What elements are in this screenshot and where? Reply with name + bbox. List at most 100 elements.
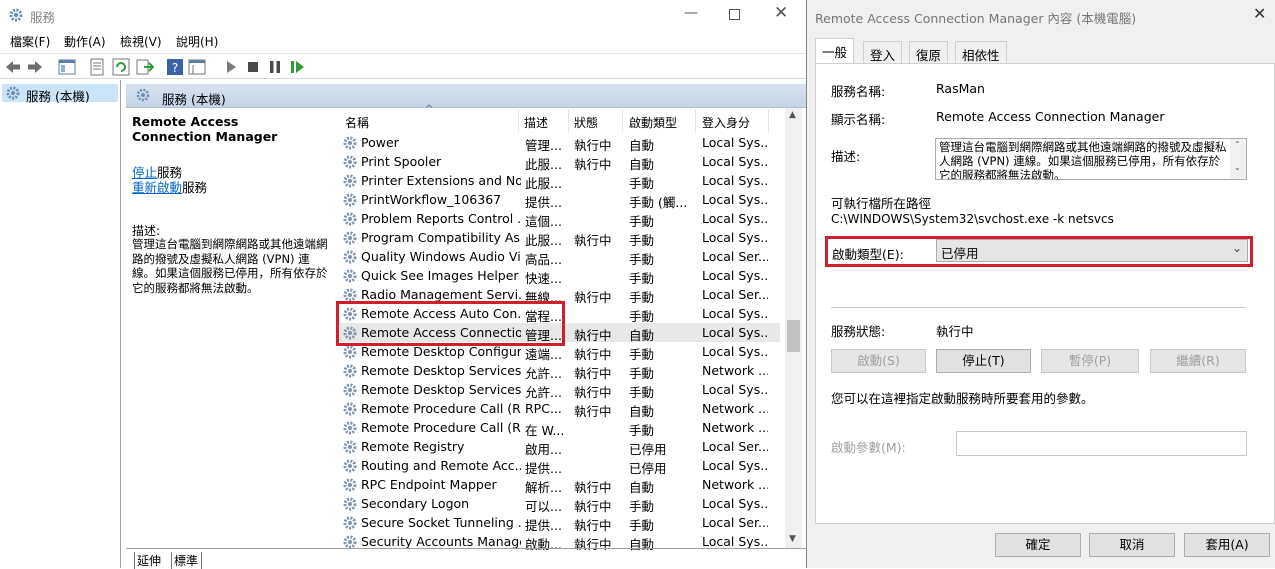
play-icon[interactable] <box>222 58 240 76</box>
description-box[interactable]: 管理這台電腦到網際網路或其他遠端網路的撥號及虛擬私人網路 (VPN) 連線。如果… <box>935 138 1247 180</box>
table-row[interactable]: Print Spooler 此服... 執行中 自動 Local Sys... <box>340 152 780 172</box>
apply-button[interactable]: 套用(A) <box>1184 533 1270 557</box>
service-logon-cell: Network ... <box>702 477 768 492</box>
table-row[interactable]: Remote Desktop Services 允許... 執行中 手動 Network… <box>340 361 780 381</box>
menu-file[interactable]: 檔案(F) <box>10 33 50 50</box>
table-row[interactable]: Printer Extensions and No... 此服... 手動 Local… <box>340 171 780 191</box>
service-name-cell: Remote Desktop Configur... <box>361 344 521 359</box>
menu-action[interactable]: 動作(A) <box>64 33 106 50</box>
console-tree-icon[interactable] <box>58 58 76 76</box>
scroll-up-icon[interactable]: ▲ <box>789 110 796 120</box>
ok-button[interactable]: 確定 <box>995 533 1081 557</box>
gear-icon <box>342 268 358 284</box>
menu-help[interactable]: 說明(H) <box>176 33 218 50</box>
forward-arrow-icon[interactable] <box>26 58 44 76</box>
scrollbar-thumb[interactable] <box>787 320 800 352</box>
service-logon-cell: Local Sys... <box>702 344 768 359</box>
cancel-button[interactable]: 取消 <box>1089 533 1175 557</box>
table-row[interactable]: Remote Procedure Call (R... 在 W... 手動 Netwo… <box>340 418 780 438</box>
tab-recovery[interactable]: 復原 <box>909 41 949 63</box>
gear-icon <box>342 401 358 417</box>
gear-icon <box>342 477 358 493</box>
table-row[interactable]: Program Compatibility As... 此服... 執行中 手動 Loc… <box>340 228 780 248</box>
stop-icon[interactable] <box>244 58 262 76</box>
service-name-cell: Quality Windows Audio Vi... <box>361 249 521 264</box>
close-icon[interactable]: ✕ <box>774 3 788 23</box>
service-name-cell: Remote Procedure Call (R... <box>361 420 521 435</box>
table-row[interactable]: Remote Procedure Call (R... RPC... 執行中 自動 Ne… <box>340 399 780 419</box>
separator <box>831 307 1246 308</box>
tab-general[interactable]: 一般 <box>815 38 855 64</box>
services-list-header: ^ 名稱 描述 狀態 啟動類型 登入身分 <box>340 104 780 132</box>
tree-item-services-local[interactable]: 服務 (本機) <box>2 84 118 104</box>
services-list-scrollbar[interactable]: ▲ ▼ <box>785 108 802 548</box>
close-icon[interactable]: ✕ <box>1253 4 1266 23</box>
table-row[interactable]: Remote Desktop Services ... 允許... 執行中 手動 Loc… <box>340 380 780 400</box>
service-name-cell: Remote Desktop Services ... <box>361 382 521 397</box>
tab-extended[interactable]: 延伸 <box>134 552 161 569</box>
table-row[interactable]: Remote Registry 啟用... 已停用 Local Ser... <box>340 437 780 457</box>
table-row[interactable]: RPC Endpoint Mapper 解析... 執行中 自動 Network ... <box>340 475 780 495</box>
scroll-down-icon[interactable]: ▼ <box>789 534 796 544</box>
minimize-icon[interactable]: — <box>684 5 698 21</box>
display-name-label: 顯示名稱: <box>831 112 886 127</box>
pause-button[interactable]: 暫停(P) <box>1041 349 1139 373</box>
service-status-value: 執行中 <box>936 324 974 339</box>
table-row[interactable]: Power 管理... 執行中 自動 Local Sys... <box>340 133 780 153</box>
gear-icon <box>342 230 358 246</box>
view-icon[interactable] <box>188 58 206 76</box>
column-name[interactable]: 名稱 <box>345 114 369 131</box>
service-name-cell: Problem Reports Control ... <box>361 211 521 226</box>
stop-button[interactable]: 停止(T) <box>936 349 1031 373</box>
menu-view[interactable]: 檢視(V) <box>120 33 162 50</box>
service-name-cell: Quick See Images Helper ... <box>361 268 521 283</box>
column-status[interactable]: 狀態 <box>574 114 598 131</box>
table-row[interactable]: Secure Socket Tunneling ... 提供... 執行中 手動 Loc… <box>340 513 780 533</box>
table-row[interactable]: PrintWorkflow_106367 提供... 手動 (觸... Local S… <box>340 190 780 210</box>
back-arrow-icon[interactable] <box>4 58 22 76</box>
selected-service-title: Remote Access Connection Manager <box>132 114 278 144</box>
table-row[interactable]: Quick See Images Helper ... 快速... 手動 Local … <box>340 266 780 286</box>
help-icon[interactable]: ? <box>166 58 184 76</box>
gear-icon <box>342 154 358 170</box>
gear-icon <box>6 86 20 100</box>
table-row[interactable]: Problem Reports Control ... 這個... 手動 Local … <box>340 209 780 229</box>
service-logon-cell: Local Sys... <box>702 496 768 511</box>
service-logon-cell: Local Ser... <box>702 287 768 302</box>
gear-icon <box>342 439 358 455</box>
column-description[interactable]: 描述 <box>524 114 548 131</box>
restart-service-link[interactable]: 重新啟動 <box>132 180 182 195</box>
gear-icon <box>342 420 358 436</box>
chevron-down-icon[interactable]: ⌄ <box>1234 163 1241 172</box>
tab-logon[interactable]: 登入 <box>863 41 903 63</box>
service-name-cell: Program Compatibility As... <box>361 230 521 245</box>
column-logon-as[interactable]: 登入身分 <box>702 114 750 131</box>
service-status-label: 服務狀態: <box>831 324 886 339</box>
exe-path-label: 可執行檔所在路徑 <box>831 196 932 211</box>
export-icon[interactable] <box>136 58 154 76</box>
description-scrollbar[interactable]: ⌃ ⌄ <box>1230 139 1246 179</box>
maximize-icon[interactable] <box>729 9 740 20</box>
tab-standard[interactable]: 標準 <box>171 552 203 569</box>
start-params-label: 啟動參數(M): <box>831 440 906 455</box>
start-params-input[interactable] <box>956 431 1247 456</box>
view-tabs: 延伸 標準 <box>126 548 806 569</box>
restart-icon[interactable] <box>288 58 306 76</box>
table-row[interactable]: Routing and Remote Acc... 提供... 已停用 Local S… <box>340 456 780 476</box>
column-startup-type[interactable]: 啟動類型 <box>629 114 677 131</box>
resume-button[interactable]: 繼續(R) <box>1150 349 1246 373</box>
service-logon-cell: Local Ser... <box>702 439 768 454</box>
gear-icon <box>342 458 358 474</box>
table-row[interactable]: Quality Windows Audio Vi... 高品... 手動 Local … <box>340 247 780 267</box>
table-row[interactable]: Secondary Logon 可以... 執行中 手動 Local Sys... <box>340 494 780 514</box>
start-button[interactable]: 啟動(S) <box>831 349 926 373</box>
chevron-up-icon[interactable]: ⌃ <box>1234 140 1241 149</box>
svg-text:?: ? <box>172 61 178 75</box>
refresh-icon[interactable] <box>112 58 130 76</box>
service-description-cell: RPC... <box>525 401 562 416</box>
tab-dependencies[interactable]: 相依性 <box>955 41 1007 63</box>
services-titlebar: 服務 — ✕ <box>0 0 806 30</box>
pause-icon[interactable] <box>266 58 284 76</box>
properties-icon[interactable] <box>88 58 106 76</box>
service-name-cell: Radio Management Servi... <box>361 287 521 302</box>
